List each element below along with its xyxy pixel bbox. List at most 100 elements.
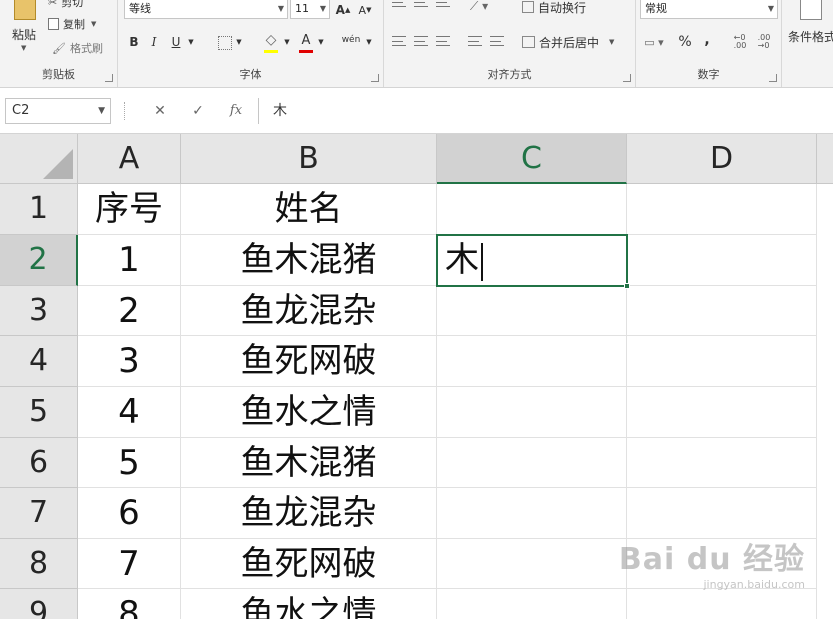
increase-font-icon[interactable]: A ▲	[334, 0, 352, 20]
cell-c1[interactable]	[437, 184, 627, 235]
font-size-value: 11	[295, 2, 309, 15]
align-right-icon[interactable]	[436, 36, 450, 46]
column-header-d[interactable]: D	[627, 134, 817, 184]
merge-center-button[interactable]: 合并后居中 ▼	[522, 32, 614, 52]
cell-d6[interactable]	[627, 438, 817, 488]
cell-c4[interactable]	[437, 336, 627, 387]
conditional-format-button[interactable]: 条件格式	[788, 0, 833, 54]
percent-button[interactable]: %	[676, 32, 694, 52]
cell-b4[interactable]: 鱼死网破	[181, 336, 437, 387]
phonetic-icon[interactable]: wén	[340, 30, 362, 50]
row-header-6[interactable]: 6	[0, 438, 78, 488]
bold-button[interactable]: B	[126, 32, 142, 52]
cell-a5[interactable]: 4	[78, 387, 181, 438]
align-middle-icon[interactable]	[414, 0, 428, 7]
clipboard-launcher-icon[interactable]	[105, 74, 113, 82]
cell-a2[interactable]: 1	[78, 235, 181, 286]
row-header-1[interactable]: 1	[0, 184, 78, 235]
cell-d1[interactable]	[627, 184, 817, 235]
fill-handle[interactable]	[624, 283, 630, 289]
number-format-combo[interactable]: 常规 ▼	[640, 0, 778, 19]
cut-button[interactable]: ✂ 剪切	[48, 0, 83, 10]
font-size-combo[interactable]: 11 ▼	[290, 0, 330, 19]
alignment-launcher-icon[interactable]	[623, 74, 631, 82]
conditional-format-label: 条件格式	[788, 30, 833, 44]
cell-d2[interactable]	[627, 235, 817, 286]
cancel-icon[interactable]: ✕	[144, 98, 176, 124]
cell-b7[interactable]: 鱼龙混杂	[181, 488, 437, 539]
row-header-9[interactable]: 9	[0, 589, 78, 619]
chevron-down-icon[interactable]: ▼	[234, 32, 244, 52]
cell-c6[interactable]	[437, 438, 627, 488]
wrap-text-button[interactable]: 自动换行	[522, 0, 586, 16]
cell-c7[interactable]	[437, 488, 627, 539]
align-center-icon[interactable]	[414, 36, 428, 46]
fill-color-icon[interactable]: ◇	[262, 30, 280, 50]
cell-c8[interactable]	[437, 539, 627, 589]
cell-b1[interactable]: 姓名	[181, 184, 437, 235]
cell-c5[interactable]	[437, 387, 627, 438]
align-left-icon[interactable]	[392, 36, 406, 46]
paste-button[interactable]: 粘贴 ▼	[6, 0, 42, 60]
increase-indent-icon[interactable]	[490, 36, 504, 46]
confirm-icon[interactable]: ✓	[182, 98, 214, 124]
increase-decimal-icon[interactable]: ←0.00	[730, 32, 750, 52]
align-top-icon[interactable]	[392, 0, 406, 7]
borders-icon[interactable]	[218, 36, 232, 50]
font-color-icon[interactable]: A	[298, 30, 314, 50]
cell-d7[interactable]	[627, 488, 817, 539]
cell-d9[interactable]	[627, 589, 817, 619]
italic-button[interactable]: I	[146, 32, 162, 52]
copy-button[interactable]: 复制 ▼	[48, 16, 96, 32]
cell-c3[interactable]	[437, 286, 627, 336]
format-painter-button[interactable]: 🖌 格式刷	[52, 40, 103, 56]
cell-a8[interactable]: 7	[78, 539, 181, 589]
chevron-down-icon[interactable]: ▼	[316, 32, 326, 52]
row-header-5[interactable]: 5	[0, 387, 78, 438]
cell-b9[interactable]: 鱼水之情	[181, 589, 437, 619]
column-header-a[interactable]: A	[78, 134, 181, 184]
cell-d4[interactable]	[627, 336, 817, 387]
cell-a6[interactable]: 5	[78, 438, 181, 488]
font-name-combo[interactable]: 等线 ▼	[124, 0, 288, 19]
name-box[interactable]: C2 ▼	[5, 98, 111, 124]
cell-b2[interactable]: 鱼木混猪	[181, 235, 437, 286]
cell-d5[interactable]	[627, 387, 817, 438]
cell-d3[interactable]	[627, 286, 817, 336]
cell-a7[interactable]: 6	[78, 488, 181, 539]
formula-input[interactable]: 木	[258, 98, 833, 124]
decrease-indent-icon[interactable]	[468, 36, 482, 46]
cell-a9[interactable]: 8	[78, 589, 181, 619]
cell-b6[interactable]: 鱼木混猪	[181, 438, 437, 488]
cell-a3[interactable]: 2	[78, 286, 181, 336]
row-header-7[interactable]: 7	[0, 488, 78, 539]
row-header-3[interactable]: 3	[0, 286, 78, 336]
row-header-8[interactable]: 8	[0, 539, 78, 589]
cell-a4[interactable]: 3	[78, 336, 181, 387]
cell-c9[interactable]	[437, 589, 627, 619]
cell-a1[interactable]: 序号	[78, 184, 181, 235]
column-header-c[interactable]: C	[437, 134, 627, 184]
column-header-e[interactable]	[817, 134, 833, 184]
comma-button[interactable]: ,	[700, 30, 714, 50]
insert-function-icon[interactable]: fx	[220, 98, 252, 124]
cell-b5[interactable]: 鱼水之情	[181, 387, 437, 438]
row-header-4[interactable]: 4	[0, 336, 78, 387]
align-bottom-icon[interactable]	[436, 0, 450, 7]
font-launcher-icon[interactable]	[371, 74, 379, 82]
cell-b3[interactable]: 鱼龙混杂	[181, 286, 437, 336]
row-header-2[interactable]: 2	[0, 235, 78, 286]
decrease-font-icon[interactable]: A ▼	[356, 0, 374, 20]
decrease-decimal-icon[interactable]: .00 →0	[754, 32, 774, 52]
number-launcher-icon[interactable]	[769, 74, 777, 82]
orientation-icon[interactable]: ⟋ ▾	[468, 0, 490, 14]
select-all-button[interactable]	[0, 134, 78, 184]
chevron-down-icon[interactable]: ▼	[282, 32, 292, 52]
column-header-b[interactable]: B	[181, 134, 437, 184]
underline-button[interactable]: U	[168, 32, 184, 52]
active-cell-border	[436, 234, 630, 289]
chevron-down-icon[interactable]: ▼	[186, 32, 196, 52]
currency-icon[interactable]: ▭ ▾	[642, 32, 666, 52]
cell-b8[interactable]: 鱼死网破	[181, 539, 437, 589]
chevron-down-icon[interactable]: ▼	[364, 32, 374, 52]
